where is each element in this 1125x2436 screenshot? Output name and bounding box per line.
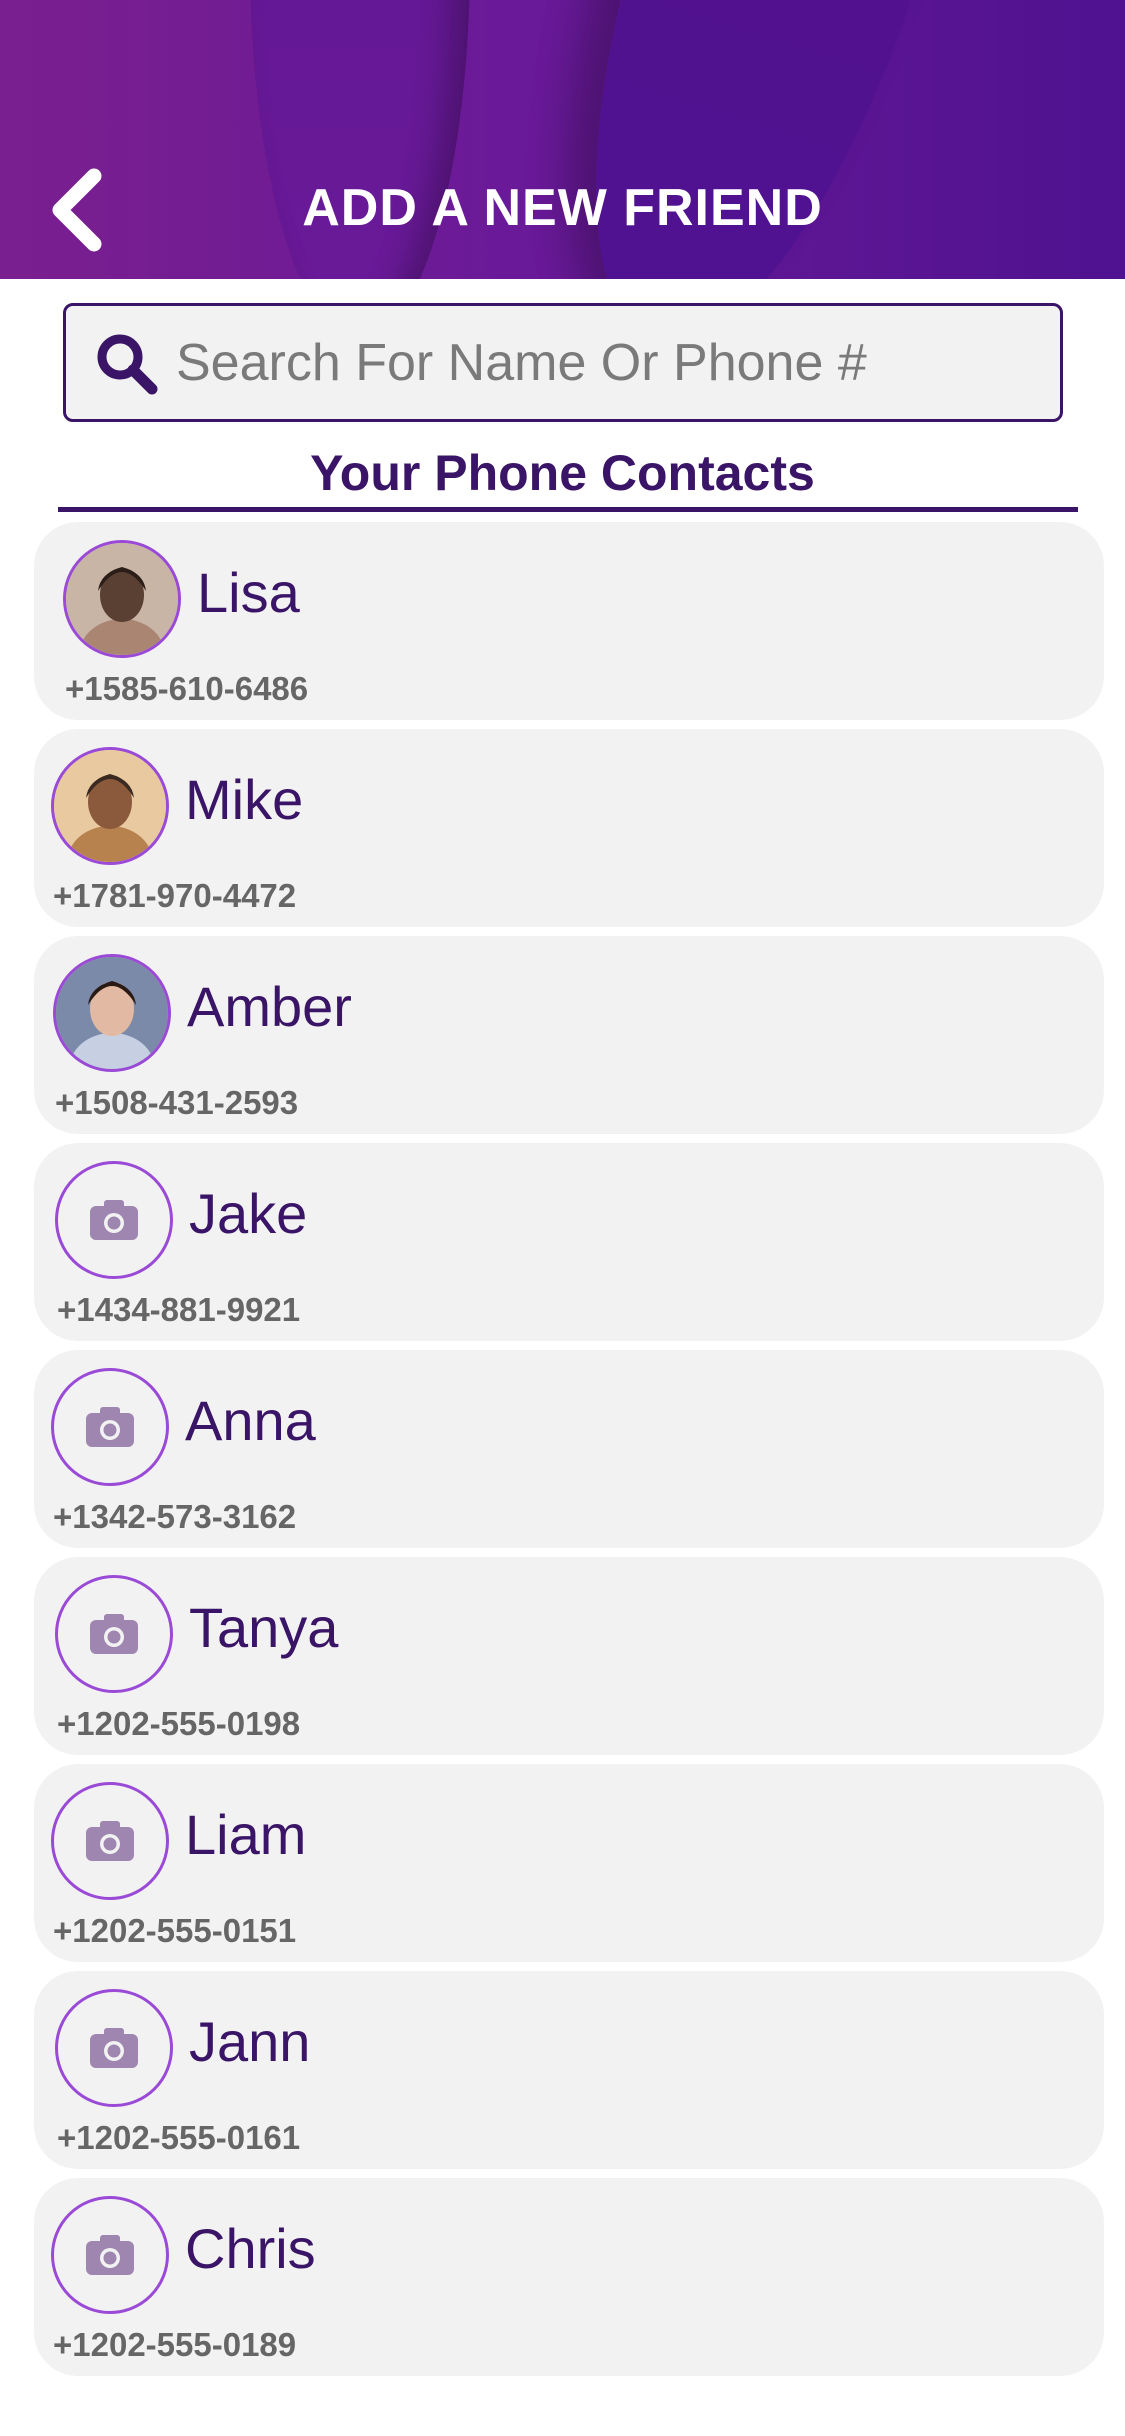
- contact-card-jake[interactable]: Jake +1434-881-9921: [34, 1143, 1104, 1341]
- section-title: Your Phone Contacts: [310, 445, 815, 501]
- contact-name: Anna: [185, 1389, 316, 1452]
- contact-card-anna[interactable]: Anna +1342-573-3162: [34, 1350, 1104, 1548]
- section-divider: [58, 507, 1078, 512]
- avatar-photo: [53, 954, 171, 1072]
- contact-phone: +1434-881-9921: [57, 1291, 301, 1328]
- contact-card-liam[interactable]: Liam +1202-555-0151: [34, 1764, 1104, 1962]
- contact-name: Mike: [185, 768, 304, 831]
- contact-name: Jake: [189, 1182, 308, 1245]
- avatar-photo: [51, 747, 169, 865]
- contact-phone: +1781-970-4472: [53, 877, 297, 914]
- camera-icon[interactable]: [55, 1989, 173, 2107]
- camera-icon[interactable]: [51, 2196, 169, 2314]
- contact-name: Tanya: [189, 1596, 339, 1659]
- header-bar: ADD A NEW FRIEND: [0, 0, 1125, 279]
- contact-phone: +1508-431-2593: [55, 1084, 299, 1121]
- contact-card-lisa[interactable]: Lisa +1585-610-6486: [34, 522, 1104, 720]
- search-icon: [97, 334, 158, 394]
- camera-icon[interactable]: [51, 1368, 169, 1486]
- contact-name: Chris: [185, 2217, 316, 2280]
- contact-card-chris[interactable]: Chris +1202-555-0189: [34, 2178, 1104, 2376]
- contact-phone: +1202-555-0161: [57, 2119, 301, 2156]
- contact-phone: +1202-555-0198: [57, 1705, 301, 1742]
- search-input[interactable]: [174, 331, 1038, 394]
- camera-icon[interactable]: [55, 1575, 173, 1693]
- camera-icon[interactable]: [55, 1161, 173, 1279]
- contact-phone: +1202-555-0151: [53, 1912, 297, 1949]
- contact-card-jann[interactable]: Jann +1202-555-0161: [34, 1971, 1104, 2169]
- search-field[interactable]: [63, 303, 1063, 422]
- camera-icon[interactable]: [51, 1782, 169, 1900]
- contact-name: Lisa: [197, 561, 300, 624]
- contact-phone: +1585-610-6486: [65, 670, 309, 707]
- contact-card-amber[interactable]: Amber +1508-431-2593: [34, 936, 1104, 1134]
- contact-name: Jann: [189, 2010, 311, 2073]
- contact-phone: +1202-555-0189: [53, 2326, 297, 2363]
- contact-card-mike[interactable]: Mike +1781-970-4472: [34, 729, 1104, 927]
- contact-name: Liam: [185, 1803, 307, 1866]
- page-title: ADD A NEW FRIEND: [302, 179, 823, 237]
- contact-name: Amber: [187, 975, 352, 1038]
- avatar-photo: [63, 540, 181, 658]
- contact-phone: +1342-573-3162: [53, 1498, 297, 1535]
- contact-card-tanya[interactable]: Tanya +1202-555-0198: [34, 1557, 1104, 1755]
